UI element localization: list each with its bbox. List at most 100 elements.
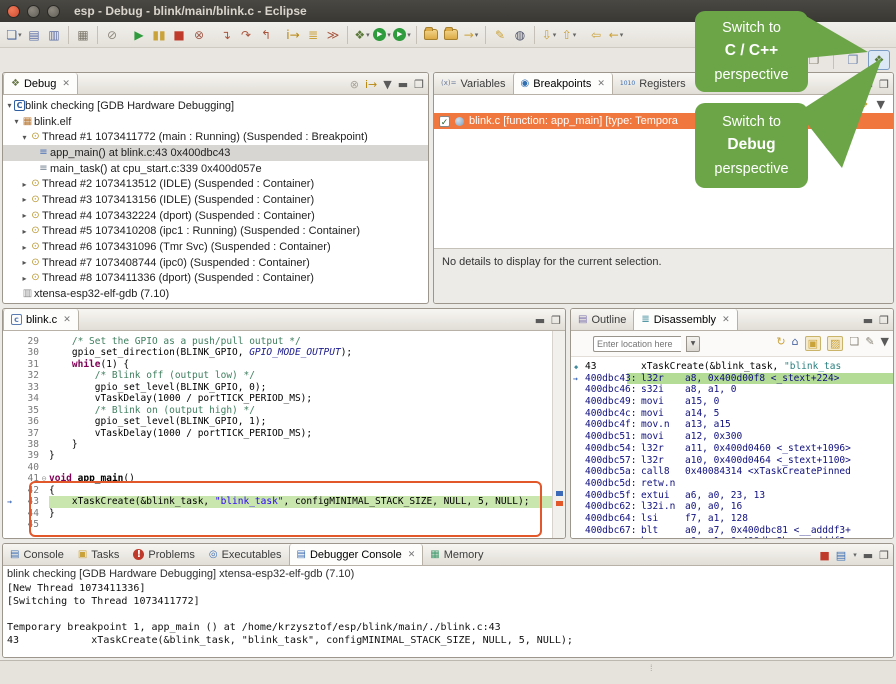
debugger-console-output[interactable]: blink checking [GDB Hardware Debugging] … <box>3 566 893 657</box>
dropdown-arrow-icon[interactable]: ▾ <box>387 31 391 39</box>
terminate-console-button[interactable]: ■ <box>819 550 829 561</box>
previous-annotation-button[interactable]: ⇧▾ <box>559 25 579 45</box>
minimize-button[interactable]: ▬ <box>863 550 873 561</box>
breakpoint-checkbox[interactable]: ✓ <box>439 116 450 127</box>
console-tab-console[interactable]: ▤Console <box>3 544 71 565</box>
maximize-button[interactable]: ❐ <box>879 315 889 326</box>
code-editor[interactable]: 29 /* Set the GPIO as a push/pull output… <box>3 331 552 538</box>
view-menu-button[interactable]: ▼ <box>881 336 889 351</box>
close-tab-icon[interactable]: ✕ <box>722 314 730 325</box>
dropdown-arrow-icon[interactable]: ▾ <box>366 31 370 39</box>
dropdown-arrow-icon[interactable]: ▾ <box>475 31 479 39</box>
tree-expander-icon[interactable]: ▸ <box>20 274 29 283</box>
dropdown-arrow-icon[interactable]: ▾ <box>620 31 624 39</box>
tree-item[interactable]: ▾Cblink checking [GDB Hardware Debugging… <box>3 98 428 114</box>
console-tab-tasks[interactable]: ▣Tasks <box>71 544 127 565</box>
dropdown-arrow-icon[interactable]: ▾ <box>853 551 857 559</box>
maximize-button[interactable]: ❐ <box>551 315 561 326</box>
tab-blink-c[interactable]: c blink.c ✕ <box>3 309 79 330</box>
tree-item[interactable]: ▥xtensa-esp32-elf-gdb (7.10) <box>3 286 428 302</box>
tree-item[interactable]: ▸⊙Thread #5 1073410208 (ipc1 : Running) … <box>3 224 428 240</box>
display-selected-console-button[interactable]: ▤ <box>836 550 846 561</box>
sash-grip[interactable]: ⁞ <box>650 663 653 673</box>
last-edit-location-button[interactable]: ⇦ <box>586 25 606 45</box>
tree-expander-icon[interactable]: ▸ <box>20 227 29 236</box>
close-tab-icon[interactable]: ✕ <box>63 314 71 325</box>
launch-button[interactable]: →▾ <box>461 25 481 45</box>
remove-all-terminated-button[interactable]: ⊗ <box>350 79 359 90</box>
search-button[interactable]: ✎ <box>490 25 510 45</box>
save-all-button[interactable]: ▥ <box>44 25 64 45</box>
close-tab-icon[interactable]: ✕ <box>408 549 416 560</box>
dropdown-arrow-icon[interactable]: ▾ <box>407 31 411 39</box>
tree-item[interactable]: ▸⊙Thread #6 1073431096 (Tmr Svc) (Suspen… <box>3 239 428 255</box>
step-into-button[interactable]: ↴ <box>216 25 236 45</box>
tree-item[interactable]: ▾▦blink.elf <box>3 114 428 130</box>
console-tab-memory[interactable]: ▦Memory <box>423 544 490 565</box>
terminate-button[interactable]: ■ <box>169 25 189 45</box>
resume-button[interactable]: ▶ <box>129 25 149 45</box>
instruction-stepping-mode-button[interactable]: i→ <box>365 79 377 90</box>
minimize-button[interactable]: ▬ <box>535 315 545 326</box>
tab-debug[interactable]: ❖ Debug ✕ <box>3 73 78 94</box>
dropdown-arrow-icon[interactable]: ▾ <box>573 31 577 39</box>
minimize-button[interactable]: ▬ <box>863 315 873 326</box>
step-over-button[interactable]: ↷ <box>236 25 256 45</box>
disasm-tab-disassembly[interactable]: ≣Disassembly✕ <box>633 309 737 330</box>
right-tab-registers[interactable]: 1010Registers <box>613 73 693 94</box>
close-tab-icon[interactable]: ✕ <box>62 78 70 89</box>
window-maximize-button[interactable] <box>47 5 60 18</box>
overview-ruler[interactable] <box>552 331 565 538</box>
use-step-filters-button[interactable]: ≣ <box>303 25 323 45</box>
tree-item[interactable]: ▸⊙Thread #4 1073432224 (dport) (Suspende… <box>3 208 428 224</box>
build-button[interactable]: ▦ <box>73 25 93 45</box>
save-button[interactable]: ▤ <box>24 25 44 45</box>
location-dropdown[interactable]: ▼ <box>686 336 700 352</box>
tree-expander-icon[interactable]: ▸ <box>20 180 29 189</box>
tree-expander-icon[interactable]: ▸ <box>20 195 29 204</box>
link-with-debug-context-button[interactable]: ▣ <box>805 336 821 351</box>
new-wizard-button[interactable]: ❏▾ <box>4 25 24 45</box>
dropdown-arrow-icon[interactable]: ▾ <box>553 31 557 39</box>
disasm-tab-outline[interactable]: ▤Outline <box>571 309 633 330</box>
open-folder-button[interactable] <box>441 25 461 45</box>
debug-button[interactable]: ❖▾ <box>352 25 372 45</box>
fold-icon[interactable]: ⊖ <box>39 473 49 484</box>
open-element-button[interactable]: ◍ <box>510 25 530 45</box>
right-tab-variables[interactable]: (x)=Variables <box>434 73 513 94</box>
external-tools-button[interactable]: ▶▾ <box>392 25 412 45</box>
tree-item[interactable]: ≡app_main() at blink.c:43 0x400dbc43 <box>3 145 428 161</box>
console-tab-debugger-console[interactable]: ▤Debugger Console✕ <box>289 544 424 565</box>
step-mode-button[interactable]: ≫ <box>323 25 343 45</box>
step-return-button[interactable]: ↰ <box>256 25 276 45</box>
view-menu-button[interactable]: ▼ <box>383 79 391 90</box>
tree-expander-icon[interactable]: ▸ <box>20 211 29 220</box>
back-button[interactable]: ←▾ <box>606 25 626 45</box>
run-button[interactable]: ▶▾ <box>372 25 392 45</box>
tree-item[interactable]: ▸⊙Thread #7 1073408744 (ipc0) (Suspended… <box>3 255 428 271</box>
window-close-button[interactable] <box>7 5 20 18</box>
maximize-button[interactable]: ❐ <box>414 79 424 90</box>
next-annotation-button[interactable]: ⇩▾ <box>539 25 559 45</box>
tree-item[interactable]: ▸⊙Thread #2 1073413512 (IDLE) (Suspended… <box>3 176 428 192</box>
tree-expander-icon[interactable]: ▸ <box>20 243 29 252</box>
show-source-button[interactable]: ▨ <box>827 336 843 351</box>
tree-expander-icon[interactable]: ▾ <box>12 117 21 126</box>
tree-item[interactable]: ▸⊙Thread #3 1073413156 (IDLE) (Suspended… <box>3 192 428 208</box>
minimize-button[interactable]: ▬ <box>398 79 408 90</box>
tree-item[interactable]: ≡main_task() at cpu_start.c:339 0x400d05… <box>3 161 428 177</box>
console-tab-executables[interactable]: ◎Executables <box>202 544 289 565</box>
location-input[interactable] <box>593 336 681 352</box>
open-new-view-button[interactable]: ❏ <box>849 336 859 351</box>
tree-expander-icon[interactable]: ▾ <box>5 101 14 110</box>
skip-all-breakpoints-button[interactable]: ⊘ <box>102 25 122 45</box>
tree-item[interactable]: ▸⊙Thread #8 1073411336 (dport) (Suspende… <box>3 271 428 287</box>
tree-expander-icon[interactable]: ▸ <box>20 258 29 267</box>
tree-expander-icon[interactable]: ▾ <box>20 133 29 142</box>
right-tab-breakpoints[interactable]: ◉Breakpoints✕ <box>513 73 613 94</box>
tree-item[interactable]: ▾⊙Thread #1 1073411772 (main : Running) … <box>3 129 428 145</box>
instruction-stepping-button[interactable]: i→ <box>283 25 303 45</box>
close-tab-icon[interactable]: ✕ <box>597 78 605 89</box>
suspend-button[interactable]: ▮▮ <box>149 25 169 45</box>
maximize-button[interactable]: ❐ <box>879 550 889 561</box>
